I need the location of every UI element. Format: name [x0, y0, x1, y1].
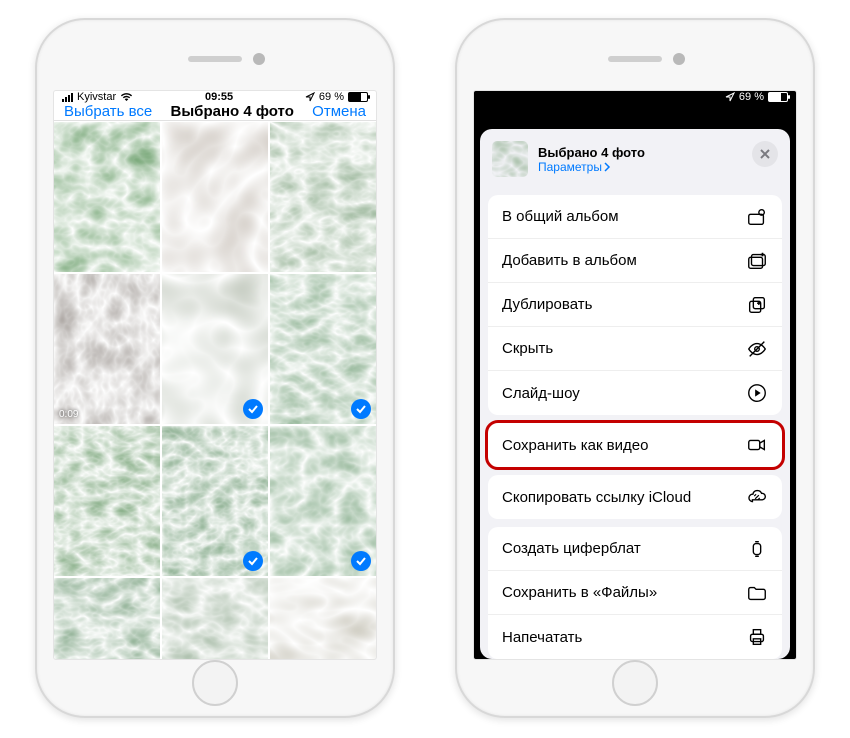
status-bar: Kyivstar 09:55 69 % — [54, 91, 376, 103]
action-hide[interactable]: Скрыть — [488, 327, 782, 371]
folder-icon — [746, 582, 768, 604]
home-button[interactable] — [612, 660, 658, 706]
phone-right: 69 % Выбрано 4 фото Параметры — [455, 18, 815, 718]
chevron-right-icon — [604, 162, 611, 172]
select-all-button[interactable]: Выбрать все — [64, 103, 152, 120]
location-icon — [725, 92, 735, 102]
action-label: Скопировать ссылку iCloud — [502, 489, 691, 506]
action-add-to-album[interactable]: Добавить в альбом — [488, 239, 782, 283]
action-group-3: Создать циферблат Сохранить в «Файлы» На… — [488, 527, 782, 659]
action-copy-icloud[interactable]: Скопировать ссылку iCloud — [488, 475, 782, 519]
action-label: Сохранить в «Файлы» — [502, 584, 657, 601]
action-group-1: В общий альбом Добавить в альбом Дублиро… — [488, 195, 782, 415]
battery-icon — [348, 92, 368, 102]
photo-grid[interactable]: 0:09 — [54, 121, 376, 660]
photo-thumb[interactable]: 0:09 — [54, 274, 160, 424]
action-label: Дублировать — [502, 296, 592, 313]
photo-thumb[interactable] — [270, 426, 376, 576]
photo-thumb[interactable] — [162, 426, 268, 576]
photo-thumb[interactable] — [270, 578, 376, 660]
action-save-as-video[interactable]: Сохранить как видео — [488, 423, 782, 467]
icloud-link-icon — [746, 486, 768, 508]
selected-check-icon — [351, 551, 371, 571]
action-create-watchface[interactable]: Создать циферблат — [488, 527, 782, 571]
photo-thumb[interactable] — [270, 122, 376, 272]
action-label: Добавить в альбом — [502, 252, 637, 269]
battery-pct: 69 % — [739, 91, 764, 103]
add-album-icon — [746, 250, 768, 272]
nav-title: Выбрано 4 фото — [171, 103, 294, 120]
action-label: Слайд-шоу — [502, 385, 580, 402]
action-group-2: Скопировать ссылку iCloud — [488, 475, 782, 519]
photo-thumb[interactable] — [162, 122, 268, 272]
action-save-to-files[interactable]: Сохранить в «Файлы» — [488, 571, 782, 615]
home-button[interactable] — [192, 660, 238, 706]
screen-share-sheet: 69 % Выбрано 4 фото Параметры — [473, 90, 797, 660]
play-circle-icon — [746, 382, 768, 404]
action-label: Скрыть — [502, 340, 553, 357]
action-shared-album[interactable]: В общий альбом — [488, 195, 782, 239]
photo-thumb[interactable] — [54, 122, 160, 272]
photo-thumb[interactable] — [54, 426, 160, 576]
action-group-highlighted: Сохранить как видео — [488, 423, 782, 467]
selected-check-icon — [351, 399, 371, 419]
cancel-button[interactable]: Отмена — [312, 103, 366, 120]
front-camera — [673, 53, 685, 65]
photo-thumb[interactable] — [54, 578, 160, 660]
speaker — [608, 56, 662, 62]
close-icon — [759, 148, 771, 160]
wifi-icon — [120, 92, 133, 102]
share-title: Выбрано 4 фото — [538, 145, 645, 160]
battery-pct: 69 % — [319, 91, 344, 103]
shared-album-icon — [746, 206, 768, 228]
share-params-button[interactable]: Параметры — [538, 160, 645, 174]
clock: 09:55 — [205, 91, 233, 103]
duplicate-icon — [746, 294, 768, 316]
watch-icon — [746, 538, 768, 560]
battery-icon — [768, 92, 788, 102]
action-label: В общий альбом — [502, 208, 619, 225]
nav-bar: Выбрать все Выбрано 4 фото Отмена — [54, 103, 376, 121]
action-label: Сохранить как видео — [502, 437, 648, 454]
close-button[interactable] — [752, 141, 778, 167]
speaker — [188, 56, 242, 62]
screen-photos: Kyivstar 09:55 69 % Выбрать все Выбрано … — [53, 90, 377, 660]
selected-check-icon — [243, 399, 263, 419]
action-label: Создать циферблат — [502, 540, 641, 557]
signal-icon — [62, 93, 73, 102]
share-sheet-header: Выбрано 4 фото Параметры — [480, 139, 790, 187]
action-label: Напечатать — [502, 629, 582, 646]
printer-icon — [746, 626, 768, 648]
photo-thumb[interactable] — [162, 274, 268, 424]
video-duration: 0:09 — [59, 409, 78, 420]
status-bar: 69 % — [474, 91, 796, 103]
carrier-label: Kyivstar — [77, 91, 116, 103]
action-print[interactable]: Напечатать — [488, 615, 782, 659]
location-icon — [305, 92, 315, 102]
share-sheet: Выбрано 4 фото Параметры В общий альбом … — [480, 129, 790, 659]
selected-check-icon — [243, 551, 263, 571]
selection-thumbnail — [492, 141, 528, 177]
front-camera — [253, 53, 265, 65]
photo-thumb[interactable] — [270, 274, 376, 424]
phone-left: Kyivstar 09:55 69 % Выбрать все Выбрано … — [35, 18, 395, 718]
action-slideshow[interactable]: Слайд-шоу — [488, 371, 782, 415]
action-duplicate[interactable]: Дублировать — [488, 283, 782, 327]
photo-thumb[interactable] — [162, 578, 268, 660]
hide-icon — [746, 338, 768, 360]
video-icon — [746, 434, 768, 456]
